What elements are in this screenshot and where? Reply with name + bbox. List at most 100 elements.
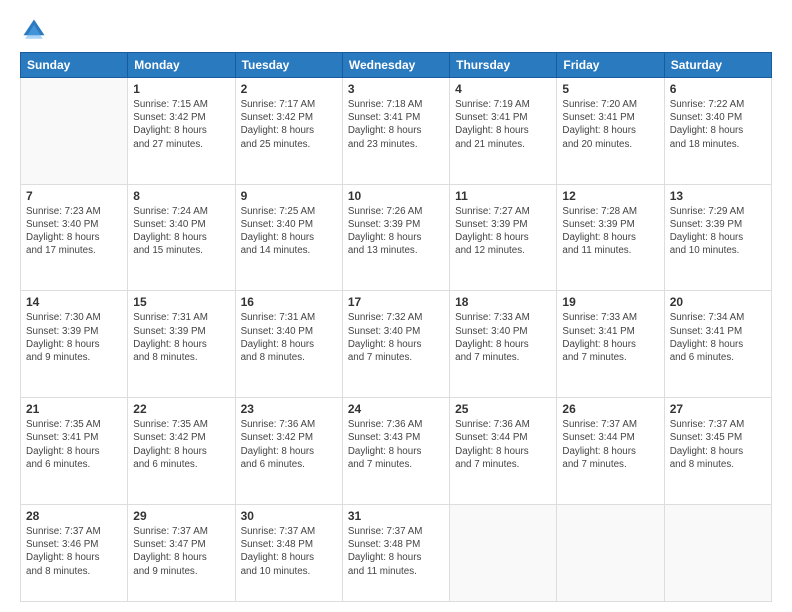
cell-info: Sunrise: 7:37 AMSunset: 3:47 PMDaylight:…: [133, 525, 229, 578]
cell-line: Sunset: 3:40 PM: [670, 112, 742, 123]
calendar-cell: 15 Sunrise: 7:31 AMSunset: 3:39 PMDayligh…: [128, 291, 235, 398]
cell-line: Sunset: 3:41 PM: [26, 432, 98, 443]
calendar-header-row: SundayMondayTuesdayWednesdayThursdayFrid…: [21, 53, 772, 78]
cell-line: Daylight: 8 hours: [348, 232, 422, 243]
calendar-cell: 31Sunrise: 7:37 AMSunset: 3:48 PMDayligh…: [342, 504, 449, 601]
cell-line: Sunset: 3:48 PM: [241, 539, 313, 550]
cell-line: Sunrise: 7:33 AM: [455, 312, 530, 323]
cell-line: and 13 minutes.: [348, 245, 418, 256]
cell-line: Sunset: 3:41 PM: [455, 112, 527, 123]
cell-line: Sunrise: 7:35 AM: [26, 419, 101, 430]
cell-line: and 7 minutes.: [348, 352, 412, 363]
cell-line: Sunrise: 7:28 AM: [562, 206, 637, 217]
calendar-cell: 4Sunrise: 7:19 AMSunset: 3:41 PMDaylight…: [450, 78, 557, 185]
cell-line: Sunset: 3:40 PM: [348, 326, 420, 337]
cell-line: and 7 minutes.: [562, 459, 626, 470]
cell-line: Daylight: 8 hours: [670, 232, 744, 243]
calendar-cell: 29Sunrise: 7:37 AMSunset: 3:47 PMDayligh…: [128, 504, 235, 601]
day-number: 3: [348, 82, 444, 96]
cell-info: Sunrise: 7:37 AMSunset: 3:44 PMDaylight:…: [562, 418, 658, 471]
cell-info: Sunrise: 7:31 AMSunset: 3:39 PMDaylight:…: [133, 311, 229, 364]
cell-line: and 8 minutes.: [241, 352, 305, 363]
header: [20, 16, 772, 44]
day-number: 6: [670, 82, 766, 96]
day-number: 11: [455, 189, 551, 203]
cell-line: and 11 minutes.: [562, 245, 631, 256]
cell-info: Sunrise: 7:15 AMSunset: 3:42 PMDaylight:…: [133, 98, 229, 151]
day-number: 22: [133, 402, 229, 416]
cell-line: Sunrise: 7:36 AM: [348, 419, 423, 430]
calendar-cell: [557, 504, 664, 601]
cell-line: and 25 minutes.: [241, 139, 311, 150]
calendar-cell: 12Sunrise: 7:28 AMSunset: 3:39 PMDayligh…: [557, 184, 664, 291]
calendar-cell: 8Sunrise: 7:24 AMSunset: 3:40 PMDaylight…: [128, 184, 235, 291]
cell-line: and 11 minutes.: [348, 566, 417, 577]
cell-line: and 9 minutes.: [26, 352, 90, 363]
cell-line: Sunrise: 7:18 AM: [348, 99, 423, 110]
cell-info: Sunrise: 7:37 AMSunset: 3:48 PMDaylight:…: [241, 525, 337, 578]
calendar-week-3: 14Sunrise: 7:30 AMSunset: 3:39 PMDayligh…: [21, 291, 772, 398]
cell-line: Daylight: 8 hours: [133, 552, 207, 563]
cell-line: Sunrise: 7:19 AM: [455, 99, 530, 110]
cell-line: Sunrise: 7:30 AM: [26, 312, 101, 323]
cell-line: Daylight: 8 hours: [241, 232, 315, 243]
day-number: 1: [133, 82, 229, 96]
cell-line: Sunrise: 7:33 AM: [562, 312, 637, 323]
cell-line: Sunrise: 7:37 AM: [348, 526, 423, 537]
cell-line: Sunrise: 7:20 AM: [562, 99, 637, 110]
cell-line: Daylight: 8 hours: [26, 446, 100, 457]
cell-line: and 7 minutes.: [348, 459, 412, 470]
day-number: 2: [241, 82, 337, 96]
cell-info: Sunrise: 7:33 AMSunset: 3:41 PMDaylight:…: [562, 311, 658, 364]
day-number: 26: [562, 402, 658, 416]
column-header-thursday: Thursday: [450, 53, 557, 78]
day-number: 20: [670, 295, 766, 309]
cell-line: and 6 minutes.: [241, 459, 305, 470]
calendar-cell: 27Sunrise: 7:37 AMSunset: 3:45 PMDayligh…: [664, 398, 771, 505]
cell-info: Sunrise: 7:20 AMSunset: 3:41 PMDaylight:…: [562, 98, 658, 151]
cell-line: Daylight: 8 hours: [455, 339, 529, 350]
cell-line: and 21 minutes.: [455, 139, 525, 150]
cell-info: Sunrise: 7:37 AMSunset: 3:46 PMDaylight:…: [26, 525, 122, 578]
cell-line: Sunrise: 7:22 AM: [670, 99, 745, 110]
column-header-sunday: Sunday: [21, 53, 128, 78]
cell-line: Sunset: 3:40 PM: [133, 219, 205, 230]
cell-info: Sunrise: 7:36 AMSunset: 3:43 PMDaylight:…: [348, 418, 444, 471]
calendar-week-2: 7Sunrise: 7:23 AMSunset: 3:40 PMDaylight…: [21, 184, 772, 291]
cell-info: Sunrise: 7:18 AMSunset: 3:41 PMDaylight:…: [348, 98, 444, 151]
cell-line: Sunrise: 7:29 AM: [670, 206, 745, 217]
cell-line: Sunset: 3:42 PM: [133, 432, 205, 443]
day-number: 15: [133, 295, 229, 309]
cell-line: Daylight: 8 hours: [133, 339, 207, 350]
cell-info: Sunrise: 7:28 AMSunset: 3:39 PMDaylight:…: [562, 205, 658, 258]
day-number: 17: [348, 295, 444, 309]
cell-line: Sunset: 3:41 PM: [670, 326, 742, 337]
cell-line: and 23 minutes.: [348, 139, 418, 150]
day-number: 8: [133, 189, 229, 203]
cell-line: and 6 minutes.: [670, 352, 734, 363]
day-number: 5: [562, 82, 658, 96]
column-header-monday: Monday: [128, 53, 235, 78]
page: SundayMondayTuesdayWednesdayThursdayFrid…: [0, 0, 792, 612]
cell-line: Daylight: 8 hours: [26, 232, 100, 243]
cell-info: Sunrise: 7:19 AMSunset: 3:41 PMDaylight:…: [455, 98, 551, 151]
calendar-cell: 23Sunrise: 7:36 AMSunset: 3:42 PMDayligh…: [235, 398, 342, 505]
day-number: 24: [348, 402, 444, 416]
cell-info: Sunrise: 7:36 AMSunset: 3:42 PMDaylight:…: [241, 418, 337, 471]
calendar-cell: 14Sunrise: 7:30 AMSunset: 3:39 PMDayligh…: [21, 291, 128, 398]
calendar-cell: 6Sunrise: 7:22 AMSunset: 3:40 PMDaylight…: [664, 78, 771, 185]
cell-line: Sunrise: 7:36 AM: [455, 419, 530, 430]
cell-info: Sunrise: 7:26 AMSunset: 3:39 PMDaylight:…: [348, 205, 444, 258]
cell-line: Sunset: 3:41 PM: [348, 112, 420, 123]
calendar-cell: 19Sunrise: 7:33 AMSunset: 3:41 PMDayligh…: [557, 291, 664, 398]
cell-info: Sunrise: 7:33 AMSunset: 3:40 PMDaylight:…: [455, 311, 551, 364]
cell-line: and 9 minutes.: [133, 566, 197, 577]
cell-line: Daylight: 8 hours: [241, 446, 315, 457]
calendar-cell: 5 Sunrise: 7:20 AMSunset: 3:41 PMDaylight…: [557, 78, 664, 185]
cell-line: Daylight: 8 hours: [455, 446, 529, 457]
calendar-cell: [21, 78, 128, 185]
cell-line: Sunrise: 7:27 AM: [455, 206, 530, 217]
cell-line: Daylight: 8 hours: [241, 339, 315, 350]
cell-line: Sunrise: 7:37 AM: [670, 419, 745, 430]
cell-line: Sunrise: 7:23 AM: [26, 206, 101, 217]
